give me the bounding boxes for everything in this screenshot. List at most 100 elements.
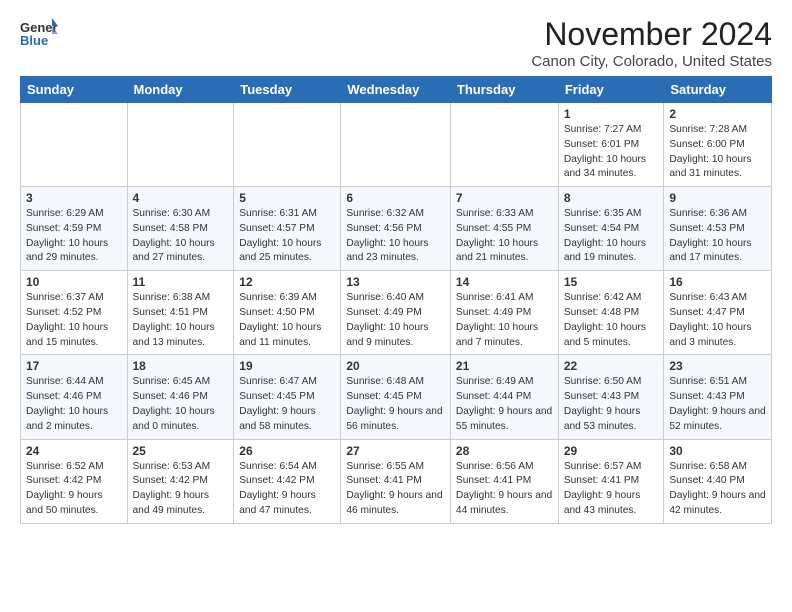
day-number: 11 <box>133 275 229 289</box>
day-content: Sunrise: 6:31 AM Sunset: 4:57 PM Dayligh… <box>239 207 335 266</box>
day-content: Sunrise: 6:43 AM Sunset: 4:47 PM Dayligh… <box>669 291 766 350</box>
calendar-week-row: 3Sunrise: 6:29 AM Sunset: 4:59 PM Daylig… <box>21 187 772 271</box>
day-number: 19 <box>239 359 335 373</box>
calendar-cell: 9Sunrise: 6:36 AM Sunset: 4:53 PM Daylig… <box>664 187 772 271</box>
day-content: Sunrise: 6:40 AM Sunset: 4:49 PM Dayligh… <box>346 291 445 350</box>
day-content: Sunrise: 6:56 AM Sunset: 4:41 PM Dayligh… <box>456 460 553 519</box>
calendar-cell: 3Sunrise: 6:29 AM Sunset: 4:59 PM Daylig… <box>21 187 128 271</box>
day-content: Sunrise: 6:55 AM Sunset: 4:41 PM Dayligh… <box>346 460 445 519</box>
calendar-cell: 16 Sunrise: 6:43 AM Sunset: 4:47 PM Dayli… <box>664 271 772 355</box>
calendar-cell: 26 Sunrise: 6:54 AM Sunset: 4:42 PM Dayli… <box>234 439 341 523</box>
day-content: Sunrise: 6:45 AM Sunset: 4:46 PM Dayligh… <box>133 375 229 434</box>
day-number: 6 <box>346 191 445 205</box>
day-content: Sunrise: 6:32 AM Sunset: 4:56 PM Dayligh… <box>346 207 445 266</box>
calendar-cell <box>450 103 558 187</box>
calendar-header-row: SundayMondayTuesdayWednesdayThursdayFrid… <box>21 77 772 103</box>
day-content: Sunrise: 7:28 AM Sunset: 6:00 PM Dayligh… <box>669 123 766 182</box>
day-content: Sunrise: 6:53 AM Sunset: 4:42 PM Dayligh… <box>133 460 229 519</box>
day-number: 8 <box>564 191 659 205</box>
day-number: 22 <box>564 359 659 373</box>
calendar-table: SundayMondayTuesdayWednesdayThursdayFrid… <box>20 76 772 524</box>
calendar-cell: 4 Sunrise: 6:30 AM Sunset: 4:58 PM Daylig… <box>127 187 234 271</box>
day-content: Sunrise: 6:57 AM Sunset: 4:41 PM Dayligh… <box>564 460 659 519</box>
weekday-header: Tuesday <box>234 77 341 103</box>
calendar-cell: 25 Sunrise: 6:53 AM Sunset: 4:42 PM Dayli… <box>127 439 234 523</box>
day-number: 16 <box>669 275 766 289</box>
calendar-cell: 2 Sunrise: 7:28 AM Sunset: 6:00 PM Daylig… <box>664 103 772 187</box>
weekday-header: Monday <box>127 77 234 103</box>
day-content: Sunrise: 6:49 AM Sunset: 4:44 PM Dayligh… <box>456 375 553 434</box>
day-number: 24 <box>26 444 122 458</box>
calendar-cell: 17Sunrise: 6:44 AM Sunset: 4:46 PM Dayli… <box>21 355 128 439</box>
day-number: 23 <box>669 359 766 373</box>
day-number: 2 <box>669 107 766 121</box>
logo-icon: General Blue <box>20 16 58 48</box>
day-content: Sunrise: 6:37 AM Sunset: 4:52 PM Dayligh… <box>26 291 122 350</box>
calendar-cell: 11 Sunrise: 6:38 AM Sunset: 4:51 PM Dayli… <box>127 271 234 355</box>
calendar-cell: 18 Sunrise: 6:45 AM Sunset: 4:46 PM Dayli… <box>127 355 234 439</box>
location-subtitle: Canon City, Colorado, United States <box>531 53 772 70</box>
calendar-cell: 12 Sunrise: 6:39 AM Sunset: 4:50 PM Dayli… <box>234 271 341 355</box>
calendar-cell: 30 Sunrise: 6:58 AM Sunset: 4:40 PM Dayli… <box>664 439 772 523</box>
day-number: 26 <box>239 444 335 458</box>
calendar-cell: 5 Sunrise: 6:31 AM Sunset: 4:57 PM Daylig… <box>234 187 341 271</box>
day-content: Sunrise: 6:33 AM Sunset: 4:55 PM Dayligh… <box>456 207 553 266</box>
weekday-header: Saturday <box>664 77 772 103</box>
day-number: 28 <box>456 444 553 458</box>
calendar-cell: 27Sunrise: 6:55 AM Sunset: 4:41 PM Dayli… <box>341 439 451 523</box>
day-number: 10 <box>26 275 122 289</box>
day-content: Sunrise: 6:50 AM Sunset: 4:43 PM Dayligh… <box>564 375 659 434</box>
day-number: 12 <box>239 275 335 289</box>
calendar-cell: 22 Sunrise: 6:50 AM Sunset: 4:43 PM Dayli… <box>558 355 664 439</box>
day-number: 30 <box>669 444 766 458</box>
day-number: 7 <box>456 191 553 205</box>
calendar-cell: 8 Sunrise: 6:35 AM Sunset: 4:54 PM Daylig… <box>558 187 664 271</box>
day-number: 21 <box>456 359 553 373</box>
day-number: 14 <box>456 275 553 289</box>
day-content: Sunrise: 6:48 AM Sunset: 4:45 PM Dayligh… <box>346 375 445 434</box>
calendar-cell: 20 Sunrise: 6:48 AM Sunset: 4:45 PM Dayli… <box>341 355 451 439</box>
calendar-week-row: 1Sunrise: 7:27 AM Sunset: 6:01 PM Daylig… <box>21 103 772 187</box>
day-content: Sunrise: 6:47 AM Sunset: 4:45 PM Dayligh… <box>239 375 335 434</box>
day-content: Sunrise: 6:42 AM Sunset: 4:48 PM Dayligh… <box>564 291 659 350</box>
day-content: Sunrise: 6:58 AM Sunset: 4:40 PM Dayligh… <box>669 460 766 519</box>
calendar-cell: 15 Sunrise: 6:42 AM Sunset: 4:48 PM Dayli… <box>558 271 664 355</box>
calendar-cell <box>127 103 234 187</box>
calendar-cell <box>234 103 341 187</box>
day-number: 15 <box>564 275 659 289</box>
weekday-header: Thursday <box>450 77 558 103</box>
day-content: Sunrise: 6:54 AM Sunset: 4:42 PM Dayligh… <box>239 460 335 519</box>
day-number: 4 <box>133 191 229 205</box>
day-number: 13 <box>346 275 445 289</box>
calendar-cell <box>341 103 451 187</box>
day-number: 29 <box>564 444 659 458</box>
calendar-week-row: 24 Sunrise: 6:52 AM Sunset: 4:42 PM Dayli… <box>21 439 772 523</box>
day-number: 20 <box>346 359 445 373</box>
day-content: Sunrise: 6:44 AM Sunset: 4:46 PM Dayligh… <box>26 375 122 434</box>
day-content: Sunrise: 6:52 AM Sunset: 4:42 PM Dayligh… <box>26 460 122 519</box>
day-content: Sunrise: 6:38 AM Sunset: 4:51 PM Dayligh… <box>133 291 229 350</box>
day-number: 9 <box>669 191 766 205</box>
calendar-cell: 24 Sunrise: 6:52 AM Sunset: 4:42 PM Dayli… <box>21 439 128 523</box>
day-number: 5 <box>239 191 335 205</box>
calendar-cell: 28 Sunrise: 6:56 AM Sunset: 4:41 PM Dayli… <box>450 439 558 523</box>
day-content: Sunrise: 6:30 AM Sunset: 4:58 PM Dayligh… <box>133 207 229 266</box>
svg-text:Blue: Blue <box>20 33 48 48</box>
day-content: Sunrise: 6:51 AM Sunset: 4:43 PM Dayligh… <box>669 375 766 434</box>
day-number: 25 <box>133 444 229 458</box>
calendar-week-row: 10 Sunrise: 6:37 AM Sunset: 4:52 PM Dayli… <box>21 271 772 355</box>
calendar-cell: 13 Sunrise: 6:40 AM Sunset: 4:49 PM Dayli… <box>341 271 451 355</box>
day-content: Sunrise: 6:39 AM Sunset: 4:50 PM Dayligh… <box>239 291 335 350</box>
month-title: November 2024 <box>531 16 772 53</box>
day-number: 3 <box>26 191 122 205</box>
title-block: November 2024 Canon City, Colorado, Unit… <box>531 16 772 70</box>
day-content: Sunrise: 7:27 AM Sunset: 6:01 PM Dayligh… <box>564 123 659 182</box>
calendar-cell: 21 Sunrise: 6:49 AM Sunset: 4:44 PM Dayli… <box>450 355 558 439</box>
logo: General Blue <box>20 16 58 48</box>
day-number: 18 <box>133 359 229 373</box>
day-content: Sunrise: 6:41 AM Sunset: 4:49 PM Dayligh… <box>456 291 553 350</box>
calendar-cell: 29 Sunrise: 6:57 AM Sunset: 4:41 PM Dayli… <box>558 439 664 523</box>
calendar-cell: 14 Sunrise: 6:41 AM Sunset: 4:49 PM Dayli… <box>450 271 558 355</box>
page-header: General Blue November 2024 Canon City, C… <box>20 16 772 70</box>
day-content: Sunrise: 6:35 AM Sunset: 4:54 PM Dayligh… <box>564 207 659 266</box>
